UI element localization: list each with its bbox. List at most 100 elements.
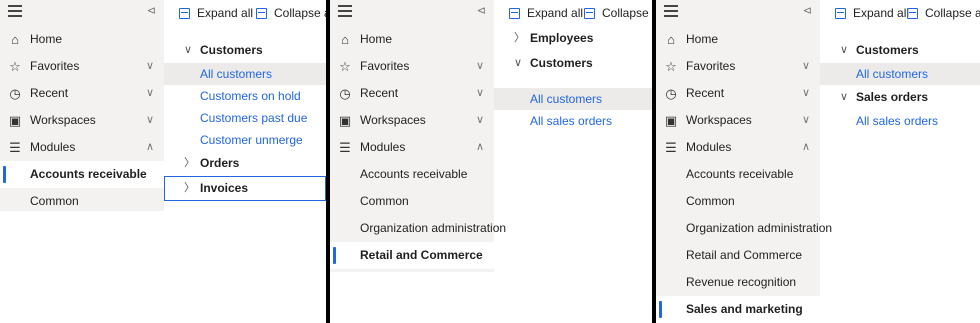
collapse-all-button[interactable]: Collapse all — [584, 6, 652, 20]
navigation-pane: ⊲ ⌂ Home ☆ Favorites ∨ ◷ Recent ∨ ▣ Work… — [656, 0, 832, 323]
nav-item-recent[interactable]: ◷ Recent ∨ — [656, 80, 820, 107]
link-customers-past-due[interactable]: Customers past due — [164, 107, 326, 129]
tree-group-label: Sales orders — [856, 90, 929, 104]
collapse-all-button[interactable]: Collapse all — [256, 6, 326, 20]
chevron-down-icon: ∨ — [801, 60, 810, 72]
link-customers-on-hold[interactable]: Customers on hold — [164, 85, 326, 107]
nav-item-label: Workspaces — [360, 113, 426, 127]
expand-all-button[interactable]: Expand all — [509, 6, 583, 20]
module-label: Common — [30, 194, 79, 208]
chevron-down-icon: ∨ — [801, 87, 810, 99]
tree-toolbar: Expand all Collapse all — [494, 0, 652, 26]
screenshot-panel-1: ⊲ ⌂ Home ☆ Favorites ∨ ◷ Recent ∨ ▣ Work… — [0, 0, 326, 323]
collapse-all-button[interactable]: Collapse all — [907, 6, 980, 20]
expand-all-button[interactable]: Expand all — [835, 6, 909, 20]
nav-item-label: Modules — [30, 140, 76, 154]
workspace-icon: ▣ — [664, 113, 678, 128]
nav-item-favorites[interactable]: ☆ Favorites ∨ — [0, 53, 164, 80]
tree-group-label: Customers — [200, 43, 263, 57]
screenshot-panel-3: ⊲ ⌂ Home ☆ Favorites ∨ ◷ Recent ∨ ▣ Work… — [656, 0, 980, 323]
module-item-sales-and-marketing[interactable]: Sales and marketing — [656, 296, 820, 323]
nav-item-home[interactable]: ⌂ Home — [656, 26, 820, 53]
module-item-common[interactable]: Common — [656, 188, 820, 215]
chevron-right-icon: 〉 — [514, 32, 525, 44]
nav-item-workspaces[interactable]: ▣ Workspaces ∨ — [656, 107, 820, 134]
pin-icon[interactable]: ⊲ — [803, 4, 812, 17]
nav-header: ⊲ — [0, 0, 164, 26]
expand-all-button[interactable]: Expand all — [179, 6, 253, 20]
link-all-sales-orders[interactable]: All sales orders — [820, 110, 980, 132]
tree-toolbar: Expand all Collapse all — [820, 0, 980, 26]
tree-group-label: Orders — [200, 156, 240, 170]
link-all-sales-orders[interactable]: All sales orders — [494, 110, 652, 132]
chevron-down-icon: ∨ — [801, 114, 810, 126]
tree-group-sales-orders[interactable]: ∨ Sales orders — [820, 85, 980, 110]
module-item-organization-administration[interactable]: Organization administration — [330, 215, 506, 242]
nav-item-label: Home — [686, 32, 719, 46]
nav-item-recent[interactable]: ◷ Recent ∨ — [0, 80, 164, 107]
list-icon: ☰ — [665, 140, 677, 155]
pin-icon[interactable]: ⊲ — [147, 4, 156, 17]
chevron-down-icon: ∨ — [145, 60, 154, 72]
module-label: Retail and Commerce — [686, 248, 803, 262]
module-label: Common — [686, 194, 735, 208]
nav-item-modules[interactable]: ☰ Modules ∧ — [656, 134, 820, 161]
module-item-retail-and-commerce[interactable]: Retail and Commerce — [656, 242, 820, 269]
list-icon: ☰ — [339, 140, 351, 155]
tree-group-customers[interactable]: ∨ Customers — [820, 38, 980, 63]
hamburger-icon[interactable] — [664, 5, 678, 17]
chevron-up-icon: ∧ — [801, 141, 810, 153]
collapse-all-label: Collapse all — [602, 6, 652, 20]
nav-item-label: Home — [30, 32, 63, 46]
module-item-organization-administration[interactable]: Organization administration — [656, 215, 832, 242]
hamburger-icon[interactable] — [338, 5, 352, 17]
link-all-customers[interactable]: All customers — [164, 63, 326, 85]
workspace-icon: ▣ — [338, 113, 352, 128]
module-item-common[interactable]: Common — [330, 188, 494, 215]
nav-item-home[interactable]: ⌂ Home — [0, 26, 164, 53]
module-item-revenue-recognition[interactable]: Revenue recognition — [656, 269, 820, 296]
nav-item-label: Favorites — [360, 59, 410, 73]
tree-group-label: Employees — [530, 31, 594, 45]
tree-group-customers[interactable]: ∨ Customers — [164, 38, 326, 63]
nav-item-label: Modules — [360, 140, 406, 154]
module-label: Organization administration — [360, 221, 507, 235]
module-label: Common — [360, 194, 409, 208]
tree-group-invoices[interactable]: 〉 Invoices — [164, 176, 326, 201]
nav-header: ⊲ — [656, 0, 820, 26]
module-item-accounts-receivable[interactable]: Accounts receivable — [330, 161, 494, 188]
link-all-customers[interactable]: All customers — [820, 63, 980, 85]
nav-header: ⊲ — [330, 0, 494, 26]
workspace-icon: ▣ — [8, 113, 22, 128]
chevron-down-icon: ∨ — [475, 114, 484, 126]
chevron-right-icon: 〉 — [184, 157, 195, 169]
nav-item-label: Recent — [686, 86, 725, 100]
link-all-customers[interactable]: All customers — [494, 88, 652, 110]
chevron-down-icon: ∨ — [840, 44, 849, 56]
nav-item-favorites[interactable]: ☆ Favorites ∨ — [656, 53, 820, 80]
nav-item-recent[interactable]: ◷ Recent ∨ — [330, 80, 494, 107]
module-content: Expand all Collapse all ∨ Customers All … — [820, 0, 980, 132]
tree-toolbar: Expand all Collapse all — [164, 0, 326, 26]
nav-item-modules[interactable]: ☰ Modules ∧ — [0, 134, 164, 161]
module-item-common[interactable]: Common — [0, 188, 164, 215]
nav-item-workspaces[interactable]: ▣ Workspaces ∨ — [330, 107, 494, 134]
module-item-retail-and-commerce[interactable]: Retail and Commerce — [330, 242, 494, 269]
hamburger-icon[interactable] — [8, 5, 22, 17]
module-label: Accounts receivable — [686, 167, 794, 181]
tree-group-customers[interactable]: ∨ Customers — [494, 51, 652, 76]
module-item-accounts-receivable[interactable]: Accounts receivable — [0, 161, 164, 188]
module-item-accounts-receivable[interactable]: Accounts receivable — [656, 161, 820, 188]
nav-item-home[interactable]: ⌂ Home — [330, 26, 494, 53]
module-label: Retail and Commerce — [360, 248, 483, 262]
link-customer-unmerge[interactable]: Customer unmerge — [164, 129, 326, 151]
nav-item-workspaces[interactable]: ▣ Workspaces ∨ — [0, 107, 164, 134]
star-icon: ☆ — [9, 59, 21, 74]
module-label: Accounts receivable — [360, 167, 468, 181]
clock-icon: ◷ — [339, 86, 351, 101]
pin-icon[interactable]: ⊲ — [477, 4, 486, 17]
nav-item-favorites[interactable]: ☆ Favorites ∨ — [330, 53, 494, 80]
tree-group-employees[interactable]: 〉 Employees — [494, 26, 652, 51]
tree-group-orders[interactable]: 〉 Orders — [164, 151, 326, 176]
nav-item-modules[interactable]: ☰ Modules ∧ — [330, 134, 494, 161]
